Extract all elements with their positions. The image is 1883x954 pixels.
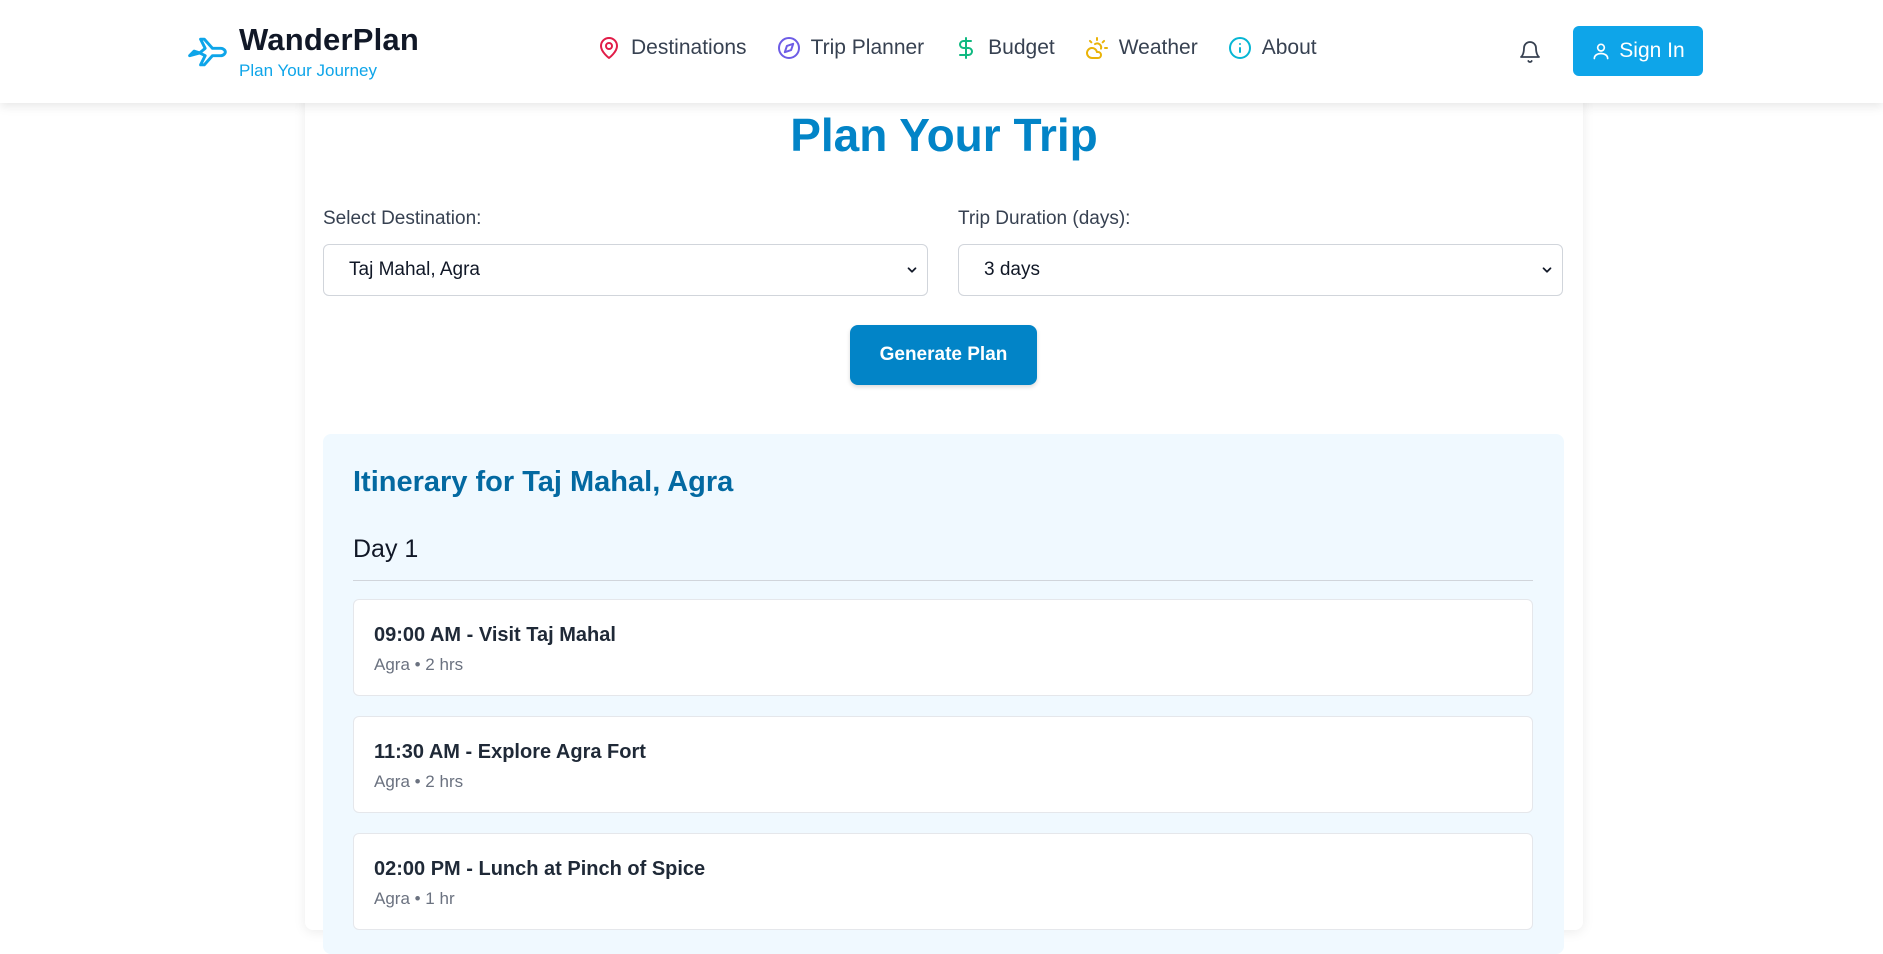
nav-label-about: About [1261, 36, 1317, 59]
itinerary-panel: Itinerary for Taj Mahal, Agra Day 1 09:0… [323, 434, 1564, 954]
chevron-down-icon [1542, 267, 1552, 273]
info-icon [1228, 36, 1252, 60]
day-heading: Day 1 [353, 535, 419, 563]
page-title: Plan Your Trip [790, 109, 1098, 161]
activity-card[interactable]: 02:00 PM - Lunch at Pinch of Spice Agra … [353, 833, 1533, 930]
activity-title: 09:00 AM - Visit Taj Mahal [374, 624, 616, 646]
dollar-icon [954, 36, 978, 60]
nav-label-budget: Budget [988, 36, 1055, 59]
activity-meta: Agra • 2 hrs [374, 772, 464, 791]
day-divider [353, 580, 1533, 581]
nav-label-weather: Weather [1118, 36, 1198, 59]
activity-card[interactable]: 09:00 AM - Visit Taj Mahal Agra • 2 hrs [353, 599, 1533, 696]
activity-card[interactable]: 11:30 AM - Explore Agra Fort Agra • 2 hr… [353, 716, 1533, 813]
generate-plan-button[interactable]: Generate Plan [850, 325, 1037, 385]
duration-select-value: 3 days [984, 259, 1040, 280]
activity-meta: Agra • 2 hrs [374, 655, 464, 674]
user-icon [1591, 41, 1611, 61]
sign-in-label: Sign In [1619, 39, 1685, 62]
notifications-button[interactable] [1518, 39, 1542, 65]
main-nav: Destinations Trip Planner Budget Weather… [597, 36, 1347, 60]
activity-title: 02:00 PM - Lunch at Pinch of Spice [374, 858, 706, 880]
destination-select-value: Taj Mahal, Agra [349, 259, 480, 280]
map-pin-icon [597, 36, 621, 60]
duration-select[interactable]: 3 days [958, 244, 1563, 296]
trip-planner-card: Plan Your Trip Select Destination: Taj M… [305, 90, 1583, 954]
destination-select[interactable]: Taj Mahal, Agra [323, 244, 928, 296]
nav-label-trip-planner: Trip Planner [810, 36, 925, 59]
activity-meta: Agra • 1 hr [374, 889, 455, 908]
compass-icon [777, 36, 801, 60]
nav-weather[interactable]: Weather [1085, 36, 1198, 60]
nav-trip-planner[interactable]: Trip Planner [777, 36, 925, 60]
nav-budget[interactable]: Budget [954, 36, 1055, 60]
duration-label: Trip Duration (days): [958, 208, 1131, 229]
bell-icon [1520, 41, 1540, 63]
airplane-icon [188, 37, 227, 67]
brand-title: WanderPlan [239, 22, 419, 57]
cloud-sun-icon [1085, 36, 1109, 60]
sign-in-button[interactable]: Sign In [1573, 26, 1703, 76]
itinerary-title: Itinerary for Taj Mahal, Agra [353, 466, 734, 498]
destination-label: Select Destination: [323, 208, 482, 229]
nav-about[interactable]: About [1228, 36, 1317, 60]
top-navbar: WanderPlan Plan Your Journey Destination… [0, 0, 1883, 103]
chevron-down-icon [907, 267, 917, 273]
nav-destinations[interactable]: Destinations [597, 36, 747, 60]
nav-label-destinations: Destinations [631, 36, 747, 59]
brand-logo[interactable]: WanderPlan Plan Your Journey [185, 22, 419, 82]
brand-subtitle: Plan Your Journey [239, 61, 377, 80]
activity-title: 11:30 AM - Explore Agra Fort [374, 741, 646, 763]
